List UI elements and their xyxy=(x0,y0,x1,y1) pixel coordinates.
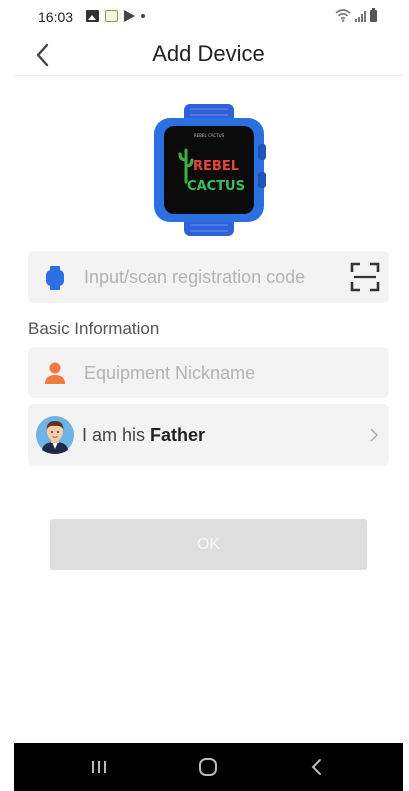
app-frame: 16:03 Add Device REBEL CACTUS REBEL CACT… xyxy=(14,0,403,791)
nickname-input[interactable] xyxy=(84,355,374,391)
person-icon xyxy=(45,362,65,384)
app-notification-icon xyxy=(105,10,118,22)
watch-strap-text: REBEL CACTUS xyxy=(194,133,225,138)
basic-info-label: Basic Information xyxy=(28,319,160,338)
system-icons xyxy=(335,8,377,22)
nickname-field xyxy=(28,347,389,398)
father-avatar-icon xyxy=(36,416,74,454)
gallery-notification-icon xyxy=(86,10,99,22)
notification-icons xyxy=(86,10,145,22)
page-title: Add Device xyxy=(152,41,265,66)
relation-prefix: I am his xyxy=(82,425,146,445)
relation-value: Father xyxy=(150,425,206,445)
smartwatch-icon xyxy=(46,266,64,290)
watch-brand-line2: CACTUS xyxy=(187,179,245,194)
header: Add Device xyxy=(14,34,403,76)
scan-code-button[interactable] xyxy=(349,261,381,293)
chevron-right-icon xyxy=(370,428,378,442)
watch-brand-line1: REBEL xyxy=(193,159,239,174)
registration-code-input[interactable] xyxy=(84,259,340,295)
registration-field xyxy=(28,251,389,303)
nav-back-button[interactable] xyxy=(304,755,330,779)
play-store-notification-icon xyxy=(124,10,135,22)
recent-apps-button[interactable] xyxy=(86,755,112,779)
status-time: 16:03 xyxy=(38,9,74,25)
signal-icon xyxy=(355,10,366,22)
more-notifications-icon xyxy=(141,14,145,18)
ok-button[interactable]: OK xyxy=(50,519,367,570)
status-bar: 16:03 xyxy=(14,0,403,34)
relation-selector[interactable]: I am his Father xyxy=(28,404,389,466)
battery-icon xyxy=(370,8,377,22)
system-nav-bar xyxy=(14,743,403,791)
watch-image: REBEL CACTUS REBEL CACTUS xyxy=(154,104,266,236)
home-button[interactable] xyxy=(195,755,221,779)
relation-text: I am his Father xyxy=(82,425,205,446)
wifi-icon xyxy=(335,9,351,22)
